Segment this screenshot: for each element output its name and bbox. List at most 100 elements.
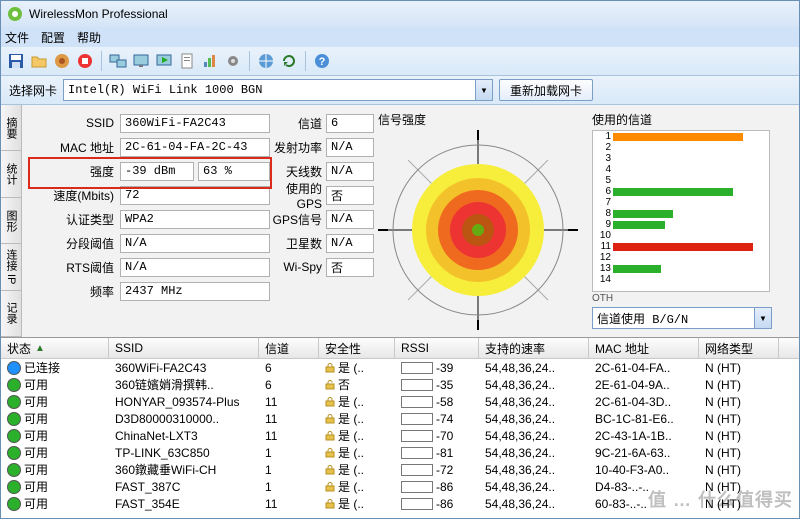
- strength-dbm: -39 dBm: [120, 162, 194, 181]
- ant-label: 天线数: [270, 163, 326, 180]
- table-row[interactable]: 可用360鐓藏垂WiFi-CH1是 (..-7254,48,36,24..10-…: [1, 461, 799, 478]
- toolbar: ?: [1, 47, 799, 76]
- reload-nic-button[interactable]: 重新加载网卡: [499, 79, 593, 101]
- col-sec[interactable]: 安全性: [319, 338, 395, 358]
- app-window: WirelessMon Professional 文件 配置 帮助 ? 选择网卡…: [0, 0, 800, 519]
- rate-label: 速度(Mbits): [26, 187, 120, 204]
- menubar: 文件 配置 帮助: [1, 27, 799, 47]
- gpss-label: GPS信号: [270, 211, 326, 228]
- table-row[interactable]: 已连接360WiFi-FA2C436是 (..-3954,48,36,24..2…: [1, 359, 799, 376]
- txpw-value: N/A: [326, 138, 374, 157]
- col-ssid[interactable]: SSID: [109, 338, 259, 358]
- channel-title: 使用的信道: [592, 111, 770, 128]
- chart-icon[interactable]: [201, 52, 219, 70]
- channel-row: 1: [593, 131, 769, 142]
- refresh-icon[interactable]: [280, 52, 298, 70]
- display-play-icon[interactable]: [155, 52, 173, 70]
- screens-icon[interactable]: [109, 52, 127, 70]
- sort-asc-icon: ▲: [35, 343, 45, 354]
- report-icon[interactable]: [178, 52, 196, 70]
- chevron-down-icon[interactable]: ▾: [754, 308, 771, 328]
- rssi-bar: [401, 362, 433, 374]
- channel-row: 9: [593, 219, 769, 230]
- rssi-bar: [401, 464, 433, 476]
- rate-value: 72: [120, 186, 270, 205]
- nic-combo[interactable]: Intel(R) WiFi Link 1000 BGN ▾: [63, 79, 493, 101]
- menu-file[interactable]: 文件: [5, 29, 29, 46]
- sidetab-log[interactable]: 记录: [1, 291, 21, 337]
- wispy-label: Wi-Spy: [270, 260, 326, 274]
- frag-label: 分段阈值: [26, 235, 120, 252]
- sat-label: 卫星数: [270, 235, 326, 252]
- channel-row: 7: [593, 197, 769, 208]
- table-row[interactable]: 可用D3D80000310000..11是 (..-7454,48,36,24.…: [1, 410, 799, 427]
- channel-row: 4: [593, 164, 769, 175]
- open-folder-icon[interactable]: [30, 52, 48, 70]
- gps-value: 否: [326, 186, 374, 205]
- table-row[interactable]: 可用360链嬪娋滑撰韩..6否-3554,48,36,24..2E-61-04-…: [1, 376, 799, 393]
- side-tabs: 摘要 统计 图形 连接 IP 记录: [1, 105, 22, 337]
- col-status[interactable]: 状态▲: [1, 338, 109, 358]
- col-rssi[interactable]: RSSI: [395, 338, 479, 358]
- col-chan[interactable]: 信道: [259, 338, 319, 358]
- stop-icon[interactable]: [76, 52, 94, 70]
- channel-mode-combo[interactable]: 信道使用 B/G/N ▾: [592, 307, 772, 329]
- record-icon[interactable]: [53, 52, 71, 70]
- save-icon[interactable]: [7, 52, 25, 70]
- table-row[interactable]: 可用FAST_354E11是 (..-8654,48,36,24..60-83-…: [1, 495, 799, 512]
- col-mac[interactable]: MAC 地址: [589, 338, 699, 358]
- strength-pct: 63 %: [198, 162, 270, 181]
- radar-chart: [378, 130, 578, 330]
- gps-label: 使用的GPS: [270, 180, 326, 211]
- chan-label: 信道: [270, 115, 326, 132]
- channel-row: 11: [593, 241, 769, 252]
- channel-row: 3: [593, 153, 769, 164]
- list-body: 已连接360WiFi-FA2C436是 (..-3954,48,36,24..2…: [1, 359, 799, 512]
- mid-panel: SSID360WiFi-FA2C43信道6 MAC 地址2C-61-04-FA-…: [22, 105, 799, 337]
- gear-icon[interactable]: [224, 52, 242, 70]
- rssi-bar: [401, 379, 433, 391]
- channel-row: 14: [593, 274, 769, 285]
- status-dot-icon: [7, 446, 21, 460]
- sidetab-graph[interactable]: 图形: [1, 198, 21, 244]
- details-panel: SSID360WiFi-FA2C43信道6 MAC 地址2C-61-04-FA-…: [26, 111, 374, 333]
- table-row[interactable]: 可用TP-LINK_63C8501是 (..-8154,48,36,24..9C…: [1, 444, 799, 461]
- rts-label: RTS阈值: [26, 259, 120, 276]
- sidetab-stats[interactable]: 统计: [1, 151, 21, 197]
- globe-icon[interactable]: [257, 52, 275, 70]
- status-dot-icon: [7, 429, 21, 443]
- frag-value: N/A: [120, 234, 270, 253]
- help-icon[interactable]: ?: [313, 52, 331, 70]
- toolbar-separator-3: [305, 51, 306, 71]
- rssi-bar: [401, 413, 433, 425]
- channel-row: 6: [593, 186, 769, 197]
- table-row[interactable]: 可用HONYAR_093574-Plus11是 (..-5854,48,36,2…: [1, 393, 799, 410]
- sidetab-ip[interactable]: 连接 IP: [1, 244, 21, 290]
- radar-title: 信号强度: [378, 111, 588, 128]
- channel-panel: 使用的信道 1234567891011121314 OTH 信道使用 B/G/N…: [592, 111, 770, 333]
- rts-value: N/A: [120, 258, 270, 277]
- chan-value: 6: [326, 114, 374, 133]
- auth-label: 认证类型: [26, 211, 120, 228]
- chevron-down-icon[interactable]: ▾: [475, 80, 492, 100]
- channel-row: 5: [593, 175, 769, 186]
- display-icon[interactable]: [132, 52, 150, 70]
- channel-bars: 1234567891011121314: [592, 130, 770, 292]
- channel-row: 12: [593, 252, 769, 263]
- radar-panel: 信号强度: [378, 111, 588, 333]
- status-dot-icon: [7, 395, 21, 409]
- menu-help[interactable]: 帮助: [77, 29, 101, 46]
- sidetab-summary[interactable]: 摘要: [1, 105, 21, 151]
- nic-row: 选择网卡 Intel(R) WiFi Link 1000 BGN ▾ 重新加载网…: [1, 76, 799, 105]
- col-rate[interactable]: 支持的速率: [479, 338, 589, 358]
- col-net[interactable]: 网络类型: [699, 338, 779, 358]
- svg-text:?: ?: [319, 56, 326, 68]
- status-dot-icon: [7, 412, 21, 426]
- sat-value: N/A: [326, 234, 374, 253]
- status-dot-icon: [7, 463, 21, 477]
- window-title: WirelessMon Professional: [29, 7, 168, 21]
- channel-row: 10: [593, 230, 769, 241]
- table-row[interactable]: 可用ChinaNet-LXT311是 (..-7054,48,36,24..2C…: [1, 427, 799, 444]
- table-row[interactable]: 可用FAST_387C1是 (..-8654,48,36,24..D4-83-.…: [1, 478, 799, 495]
- menu-config[interactable]: 配置: [41, 29, 65, 46]
